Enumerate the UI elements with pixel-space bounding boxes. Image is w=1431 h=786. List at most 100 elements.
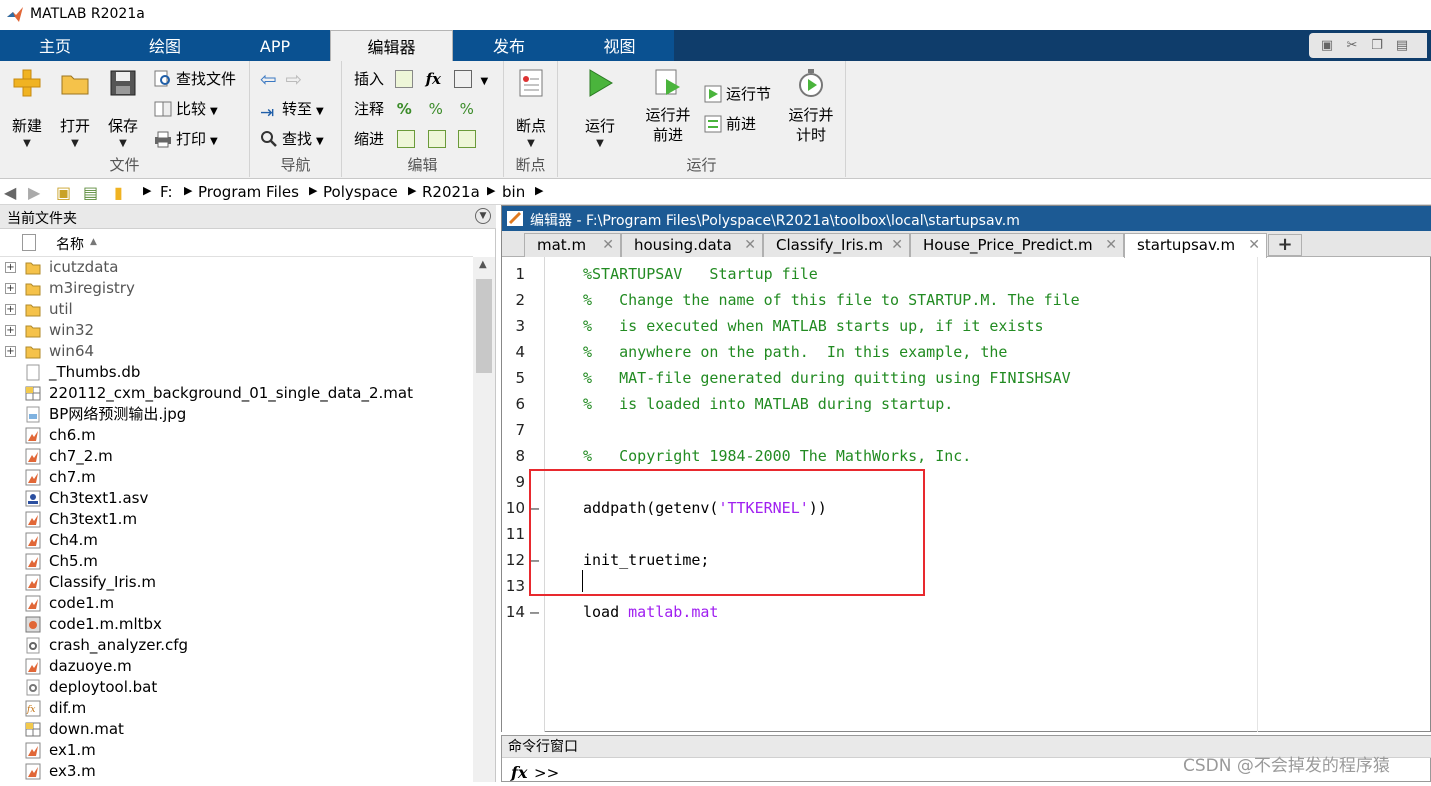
chevron-down-icon[interactable]: ▼ <box>481 76 489 87</box>
find-files-button[interactable]: 查找文件 <box>154 68 236 90</box>
open-button[interactable]: 打开 ▼ <box>52 67 98 149</box>
close-icon[interactable]: ✕ <box>1248 234 1260 256</box>
insert-section-icon[interactable] <box>394 70 413 88</box>
file-row[interactable]: _Thumbs.db <box>0 362 473 383</box>
scroll-up-icon[interactable]: ▲ <box>479 259 487 270</box>
code-line[interactable]: 7 <box>502 417 1431 443</box>
editor-tab[interactable]: House_Price_Predict.m ✕ <box>910 233 1124 257</box>
file-row[interactable]: BP网络预测输出.jpg <box>0 404 473 425</box>
file-row[interactable]: ch7_2.m <box>0 446 473 467</box>
expand-icon[interactable]: + <box>5 325 16 336</box>
function-icon[interactable] <box>453 70 472 88</box>
code-line[interactable]: 5 % MAT-file generated during quitting us… <box>502 365 1431 391</box>
folder-row[interactable]: + util <box>0 299 473 320</box>
file-row[interactable]: Ch3text1.asv <box>0 488 473 509</box>
crumb-drive[interactable]: F: <box>160 183 173 201</box>
wrap-comment-icon[interactable]: % <box>460 100 474 118</box>
run-button[interactable]: 运行 ▼ <box>577 67 623 149</box>
forward-arrow-icon[interactable]: ⇨ <box>286 67 303 91</box>
up-folder-icon[interactable]: ▣ <box>56 183 71 202</box>
close-icon[interactable]: ✕ <box>602 234 614 256</box>
command-prompt[interactable]: >> <box>534 764 559 782</box>
scrollbar-thumb[interactable] <box>476 279 492 373</box>
increase-indent-icon[interactable] <box>427 130 446 148</box>
new-tab-button[interactable]: + <box>1268 234 1302 256</box>
column-name[interactable]: 名称 <box>56 234 84 254</box>
file-row[interactable]: code1.m <box>0 593 473 614</box>
tab-home[interactable]: 主页 <box>0 30 110 61</box>
crumb-polyspace[interactable]: Polyspace <box>323 183 398 201</box>
code-line[interactable]: 4 % anywhere on the path. In this example… <box>502 339 1431 365</box>
browse-folder-icon[interactable]: ▤ <box>83 183 98 202</box>
tab-apps[interactable]: APP <box>220 30 330 61</box>
new-button[interactable]: 新建 ▼ <box>4 67 50 149</box>
file-row[interactable]: fx dif.m <box>0 698 473 719</box>
close-icon[interactable]: ✕ <box>1105 234 1117 256</box>
file-row[interactable]: ch7.m <box>0 467 473 488</box>
file-row[interactable]: ex3.m <box>0 761 473 782</box>
crumb-r2021a[interactable]: R2021a <box>422 183 480 201</box>
folder-row[interactable]: + m3iregistry <box>0 278 473 299</box>
copy-icon[interactable]: ❐ <box>1369 38 1385 54</box>
editor-tab[interactable]: mat.m ✕ <box>524 233 621 257</box>
uncomment-icon[interactable]: % <box>429 100 443 118</box>
tab-publish[interactable]: 发布 <box>453 30 565 61</box>
paste-icon[interactable]: ▤ <box>1394 38 1410 54</box>
close-icon[interactable]: ✕ <box>744 234 756 256</box>
editor-tab-active[interactable]: startupsav.m ✕ <box>1124 233 1267 258</box>
file-row[interactable]: ex1.m <box>0 740 473 761</box>
expand-icon[interactable]: + <box>5 304 16 315</box>
expand-icon[interactable]: + <box>5 283 16 294</box>
code-line[interactable]: 3 % is executed when MATLAB starts up, if… <box>502 313 1431 339</box>
save-icon[interactable]: ▣ <box>1319 38 1335 54</box>
comment-percent-icon[interactable]: % <box>397 100 412 118</box>
goto-button[interactable]: ⇥ 转至 ▼ <box>260 98 324 122</box>
expand-icon[interactable]: + <box>5 262 16 273</box>
file-row[interactable]: Classify_Iris.m <box>0 572 473 593</box>
tab-plots[interactable]: 绘图 <box>110 30 220 61</box>
file-row[interactable]: code1.m.mltbx <box>0 614 473 635</box>
file-row[interactable]: crash_analyzer.cfg <box>0 635 473 656</box>
code-line[interactable]: 6 % is loaded into MATLAB during startup. <box>502 391 1431 417</box>
run-section-button[interactable]: 运行节 <box>704 83 771 105</box>
code-line[interactable]: 14– load matlab.mat <box>502 599 1431 625</box>
back-arrow-icon[interactable]: ⇦ <box>260 67 277 91</box>
tab-view[interactable]: 视图 <box>565 30 674 61</box>
breakpoints-button[interactable]: 断点 ▼ <box>508 67 554 149</box>
decrease-indent-icon[interactable] <box>458 130 477 148</box>
run-and-time-button[interactable]: 运行并 计时 <box>785 67 837 145</box>
code-line[interactable]: 2 % Change the name of this file to START… <box>502 287 1431 313</box>
file-row[interactable]: down.mat <box>0 719 473 740</box>
cut-icon[interactable]: ✂ <box>1344 38 1360 54</box>
file-row[interactable]: Ch3text1.m <box>0 509 473 530</box>
crumb-program-files[interactable]: Program Files <box>198 183 299 201</box>
back-icon[interactable]: ◀ <box>4 183 16 202</box>
file-row[interactable]: ch6.m <box>0 425 473 446</box>
fx-icon[interactable]: fx <box>426 70 441 88</box>
advance-button[interactable]: 前进 <box>704 113 756 135</box>
find-button[interactable]: 查找 ▼ <box>260 128 324 150</box>
folder-row[interactable]: + icutzdata <box>0 257 473 278</box>
run-and-advance-button[interactable]: 运行并 前进 <box>642 67 694 145</box>
editor-tab[interactable]: housing.data ✕ <box>621 233 763 257</box>
panel-menu-icon[interactable]: ▼ <box>475 208 491 224</box>
code-line[interactable]: 8 % Copyright 1984-2000 The MathWorks, In… <box>502 443 1431 469</box>
print-button[interactable]: 打印 ▼ <box>154 128 218 150</box>
crumb-bin[interactable]: bin <box>502 183 525 201</box>
chevron-right-icon[interactable]: ▶ <box>535 184 543 197</box>
file-row[interactable]: 220112_cxm_background_01_single_data_2.m… <box>0 383 473 404</box>
forward-icon[interactable]: ▶ <box>28 183 40 202</box>
tab-editor[interactable]: 编辑器 <box>330 30 453 61</box>
editor-tab[interactable]: Classify_Iris.m ✕ <box>763 233 910 257</box>
close-icon[interactable]: ✕ <box>891 234 903 256</box>
compare-button[interactable]: 比较 ▼ <box>154 98 218 120</box>
code-line[interactable]: 1 %STARTUPSAV Startup file <box>502 261 1431 287</box>
fx-icon[interactable]: fx <box>511 763 527 782</box>
file-row[interactable]: dazuoye.m <box>0 656 473 677</box>
breakpoint-marker[interactable]: – <box>530 599 539 625</box>
file-row[interactable]: Ch4.m <box>0 530 473 551</box>
expand-icon[interactable]: + <box>5 346 16 357</box>
file-row[interactable]: deploytool.bat <box>0 677 473 698</box>
folder-row[interactable]: + win32 <box>0 320 473 341</box>
back-forward-buttons[interactable]: ⇦ ⇨ <box>260 68 302 90</box>
